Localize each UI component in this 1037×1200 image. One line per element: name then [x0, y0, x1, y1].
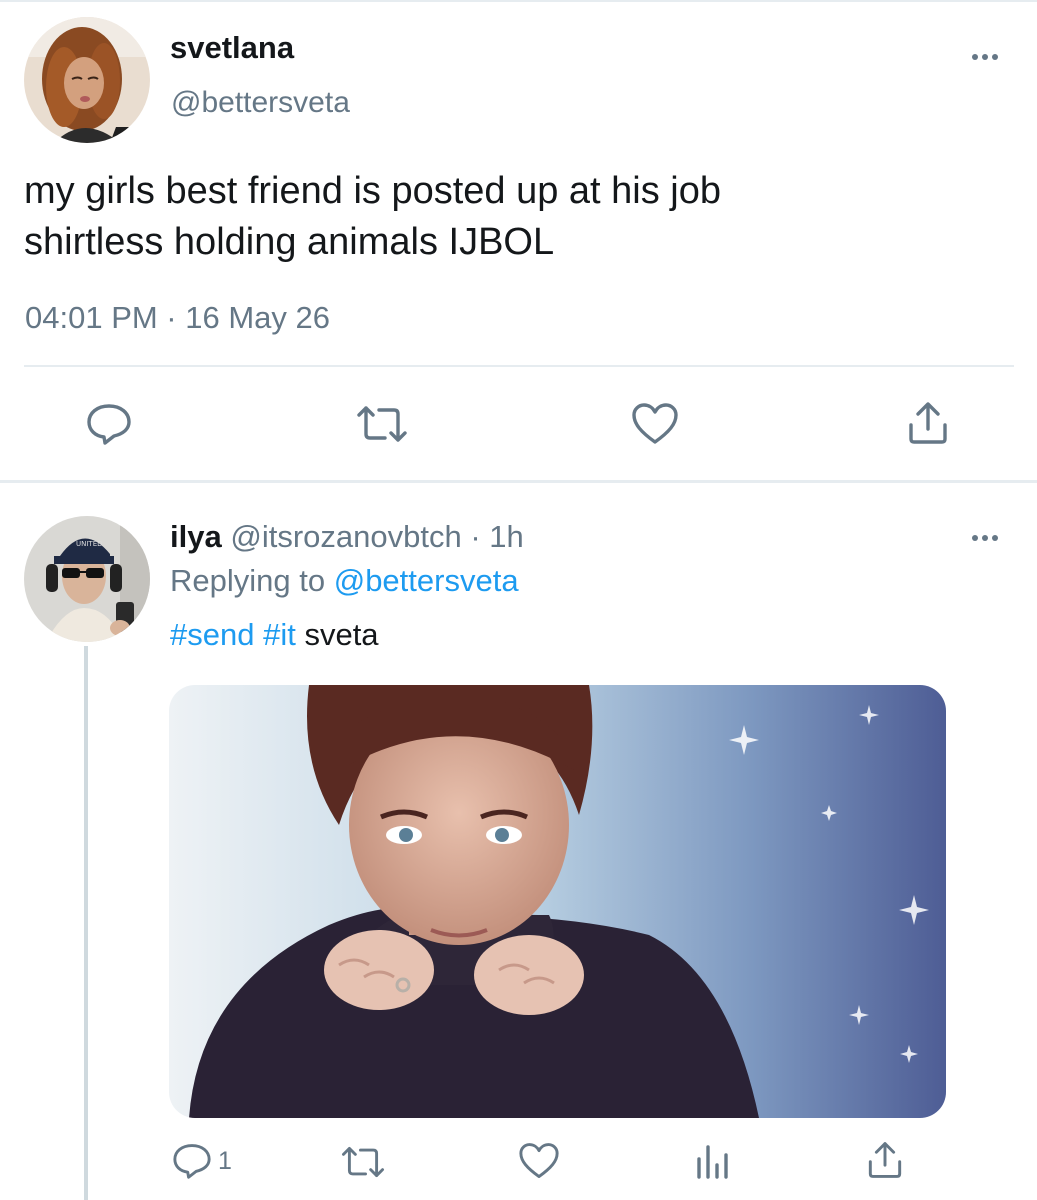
more-options-icon[interactable] — [972, 533, 1002, 543]
share-icon — [909, 402, 947, 444]
avatar-image — [24, 17, 150, 143]
hashtag-link[interactable]: #it — [263, 617, 296, 652]
reply-button[interactable]: 1 — [172, 1143, 232, 1179]
separator-dot: · — [461, 519, 490, 554]
attached-image[interactable] — [169, 685, 946, 1118]
avatar[interactable] — [24, 17, 150, 143]
reply-icon — [173, 1144, 211, 1179]
display-name[interactable]: ilya — [170, 519, 222, 554]
tweet-text-line: my girls best friend is posted up at his… — [24, 170, 722, 212]
divider — [24, 365, 1014, 367]
tweet-thread-page: svetlana @bettersveta my girls best frie… — [0, 0, 1037, 1200]
main-tweet[interactable]: svetlana @bettersveta my girls best frie… — [0, 0, 1037, 483]
display-name[interactable]: svetlana — [170, 30, 294, 66]
share-button[interactable] — [906, 401, 950, 445]
username-handle[interactable]: @bettersveta — [171, 86, 350, 120]
reply-text-rest: sveta — [295, 617, 379, 652]
avatar[interactable]: UNITED — [24, 516, 150, 642]
replying-to-label: Replying to — [170, 563, 334, 598]
analytics-button[interactable] — [694, 1143, 730, 1179]
reply-button[interactable] — [86, 403, 132, 445]
share-button[interactable] — [866, 1141, 904, 1179]
like-icon — [632, 403, 678, 444]
hashtag-link[interactable]: #send — [170, 617, 254, 652]
like-button[interactable] — [518, 1142, 560, 1180]
username-handle[interactable]: @itsrozanovbtch — [230, 519, 461, 554]
tweet-timestamp[interactable]: 04:01 PM · 16 May 26 — [25, 300, 330, 336]
retweet-button[interactable] — [355, 404, 409, 444]
tweet-text-line: shirtless holding animals IJBOL — [24, 221, 555, 263]
thread-connector-line — [84, 646, 88, 1200]
svg-text:UNITED: UNITED — [76, 540, 103, 548]
reply-header: ilya @itsrozanovbtch · 1h — [170, 519, 524, 555]
top-divider — [0, 0, 1037, 2]
analytics-icon — [697, 1145, 728, 1179]
avatar-image: UNITED — [24, 516, 150, 642]
like-button[interactable] — [631, 402, 679, 446]
reply-text: #send #it sveta — [170, 617, 379, 653]
relative-time[interactable]: 1h — [489, 519, 523, 554]
tweet-text: my girls best friend is posted up at his… — [24, 166, 1004, 268]
replying-to: Replying to @bettersveta — [170, 563, 519, 599]
retweet-icon — [357, 406, 407, 442]
more-options-icon[interactable] — [972, 52, 1002, 62]
photo-image — [169, 685, 946, 1118]
retweet-icon — [342, 1146, 384, 1178]
section-divider — [0, 480, 1037, 483]
like-icon — [519, 1143, 559, 1179]
reply-count: 1 — [218, 1146, 232, 1175]
reply-icon — [87, 404, 131, 445]
replying-to-handle-link[interactable]: @bettersveta — [334, 563, 519, 598]
retweet-button[interactable] — [340, 1145, 386, 1179]
share-icon — [868, 1142, 902, 1178]
